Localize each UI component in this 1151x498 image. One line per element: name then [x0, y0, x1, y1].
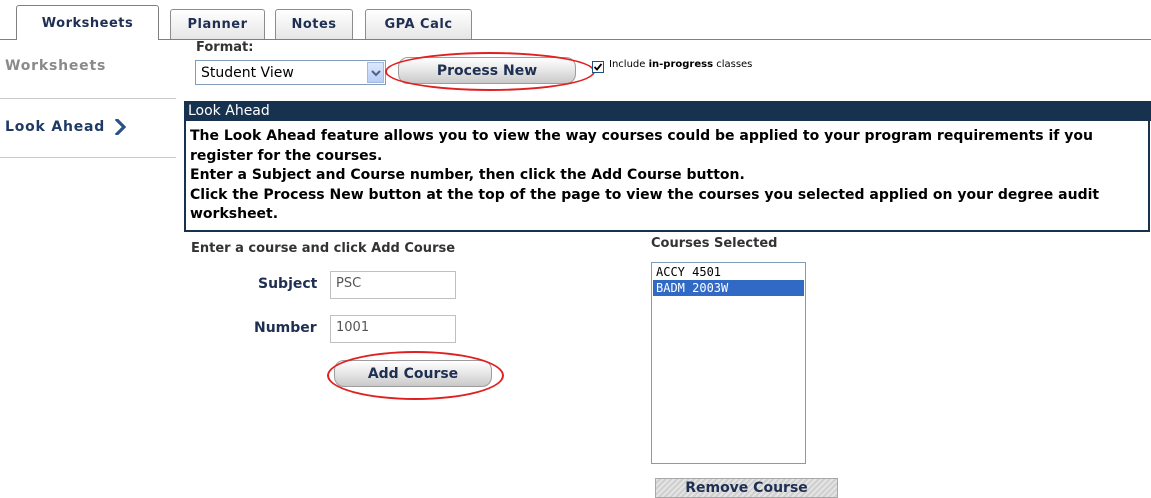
sidebar-divider	[0, 157, 176, 158]
courses-selected-list[interactable]: ACCY 4501 BADM 2003W	[651, 262, 806, 464]
checkmark-icon	[593, 63, 603, 71]
sidebar-divider	[0, 98, 176, 99]
sidebar-item-look-ahead[interactable]: Look Ahead	[0, 119, 174, 135]
description-paragraph: Enter a Subject and Course number, then …	[190, 167, 745, 184]
include-label-bold: in-progress	[648, 59, 714, 70]
number-input[interactable]: 1001	[330, 315, 456, 343]
chevron-right-icon	[115, 119, 127, 135]
tab-baseline	[0, 39, 1151, 40]
list-item[interactable]: ACCY 4501	[653, 264, 804, 280]
format-select-value: Student View	[201, 65, 294, 81]
add-course-instructions: Enter a course and click Add Course	[191, 241, 456, 256]
format-label: Format:	[196, 40, 254, 55]
look-ahead-description: The Look Ahead feature allows you to vie…	[184, 121, 1150, 232]
add-course-button[interactable]: Add Course	[334, 360, 492, 387]
format-select[interactable]: Student View	[195, 60, 386, 85]
subject-label: Subject	[258, 276, 318, 292]
subject-input[interactable]: PSC	[330, 271, 456, 299]
include-in-progress-label: Include in-progress classes	[609, 59, 752, 70]
sidebar-item-label: Worksheets	[5, 58, 107, 74]
include-in-progress-checkbox[interactable]	[592, 61, 604, 73]
remove-course-button[interactable]: Remove Course	[655, 478, 838, 498]
sidebar-item-worksheets[interactable]: Worksheets	[0, 58, 174, 74]
description-paragraph: The Look Ahead feature allows you to vie…	[190, 128, 1093, 164]
tab-worksheets[interactable]: Worksheets	[16, 5, 159, 40]
description-paragraph: Click the Process New button at the top …	[190, 186, 1100, 223]
sidebar-item-label: Look Ahead	[5, 119, 106, 135]
list-item[interactable]: BADM 2003W	[653, 280, 804, 296]
include-label-prefix: Include	[609, 59, 649, 70]
process-new-button[interactable]: Process New	[398, 57, 576, 84]
tab-planner[interactable]: Planner	[170, 9, 265, 39]
tab-strip: Worksheets Planner Notes GPA Calc	[0, 0, 1151, 40]
courses-selected-title: Courses Selected	[651, 236, 778, 251]
look-ahead-header: Look Ahead	[184, 101, 1151, 121]
chevron-down-icon[interactable]	[367, 62, 384, 83]
number-label: Number	[254, 320, 317, 336]
tab-notes[interactable]: Notes	[275, 9, 353, 39]
include-label-suffix: classes	[713, 59, 753, 70]
tab-gpa-calc[interactable]: GPA Calc	[365, 9, 472, 39]
